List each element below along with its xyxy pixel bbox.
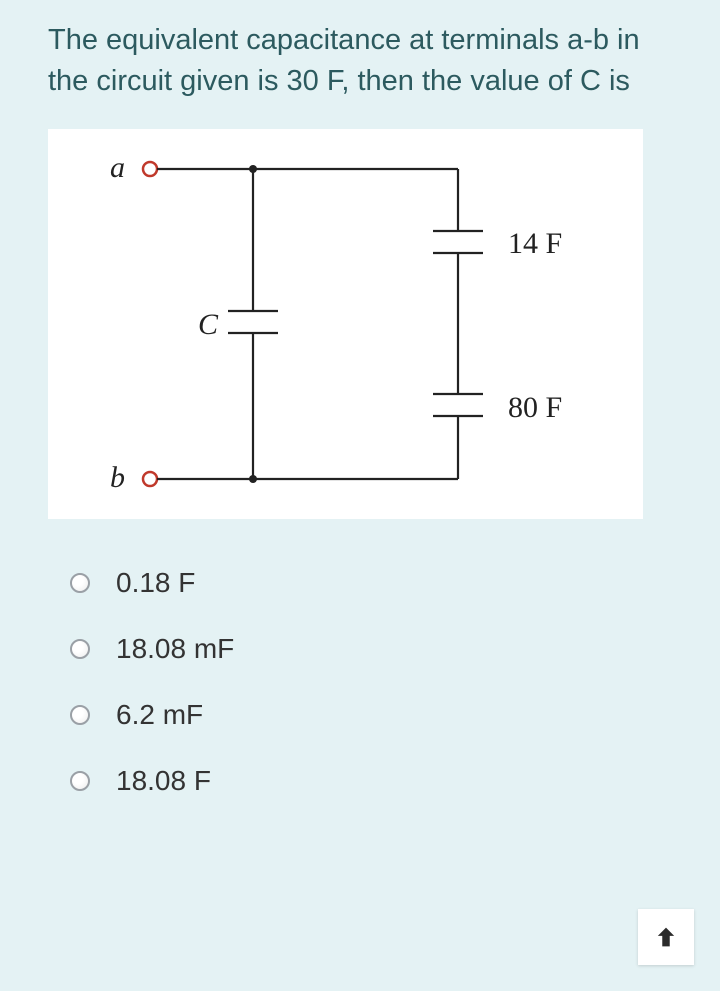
option-label: 18.08 mF bbox=[116, 633, 234, 665]
arrow-up-icon bbox=[652, 923, 680, 951]
circuit-diagram: a b bbox=[48, 129, 643, 519]
scroll-to-top-button[interactable] bbox=[638, 909, 694, 965]
question-text: The equivalent capacitance at terminals … bbox=[48, 20, 680, 101]
option-label: 0.18 F bbox=[116, 567, 195, 599]
option-label: 18.08 F bbox=[116, 765, 211, 797]
radio-icon bbox=[70, 639, 90, 659]
option-2[interactable]: 18.08 mF bbox=[70, 633, 680, 665]
answer-options: 0.18 F 18.08 mF 6.2 mF 18.08 F bbox=[70, 567, 680, 797]
radio-icon bbox=[70, 573, 90, 593]
terminal-b-label: b bbox=[110, 461, 125, 494]
node-dot bbox=[249, 165, 257, 173]
node-dot bbox=[249, 475, 257, 483]
option-label: 6.2 mF bbox=[116, 699, 203, 731]
terminal-b-node bbox=[143, 472, 157, 486]
capacitor-c-label: C bbox=[198, 308, 219, 341]
option-1[interactable]: 0.18 F bbox=[70, 567, 680, 599]
option-4[interactable]: 18.08 F bbox=[70, 765, 680, 797]
terminal-a-node bbox=[143, 162, 157, 176]
terminal-a-label: a bbox=[110, 151, 125, 184]
option-3[interactable]: 6.2 mF bbox=[70, 699, 680, 731]
radio-icon bbox=[70, 705, 90, 725]
capacitor-14f-label: 14 F bbox=[508, 227, 562, 260]
capacitor-80f-label: 80 F bbox=[508, 391, 562, 424]
radio-icon bbox=[70, 771, 90, 791]
